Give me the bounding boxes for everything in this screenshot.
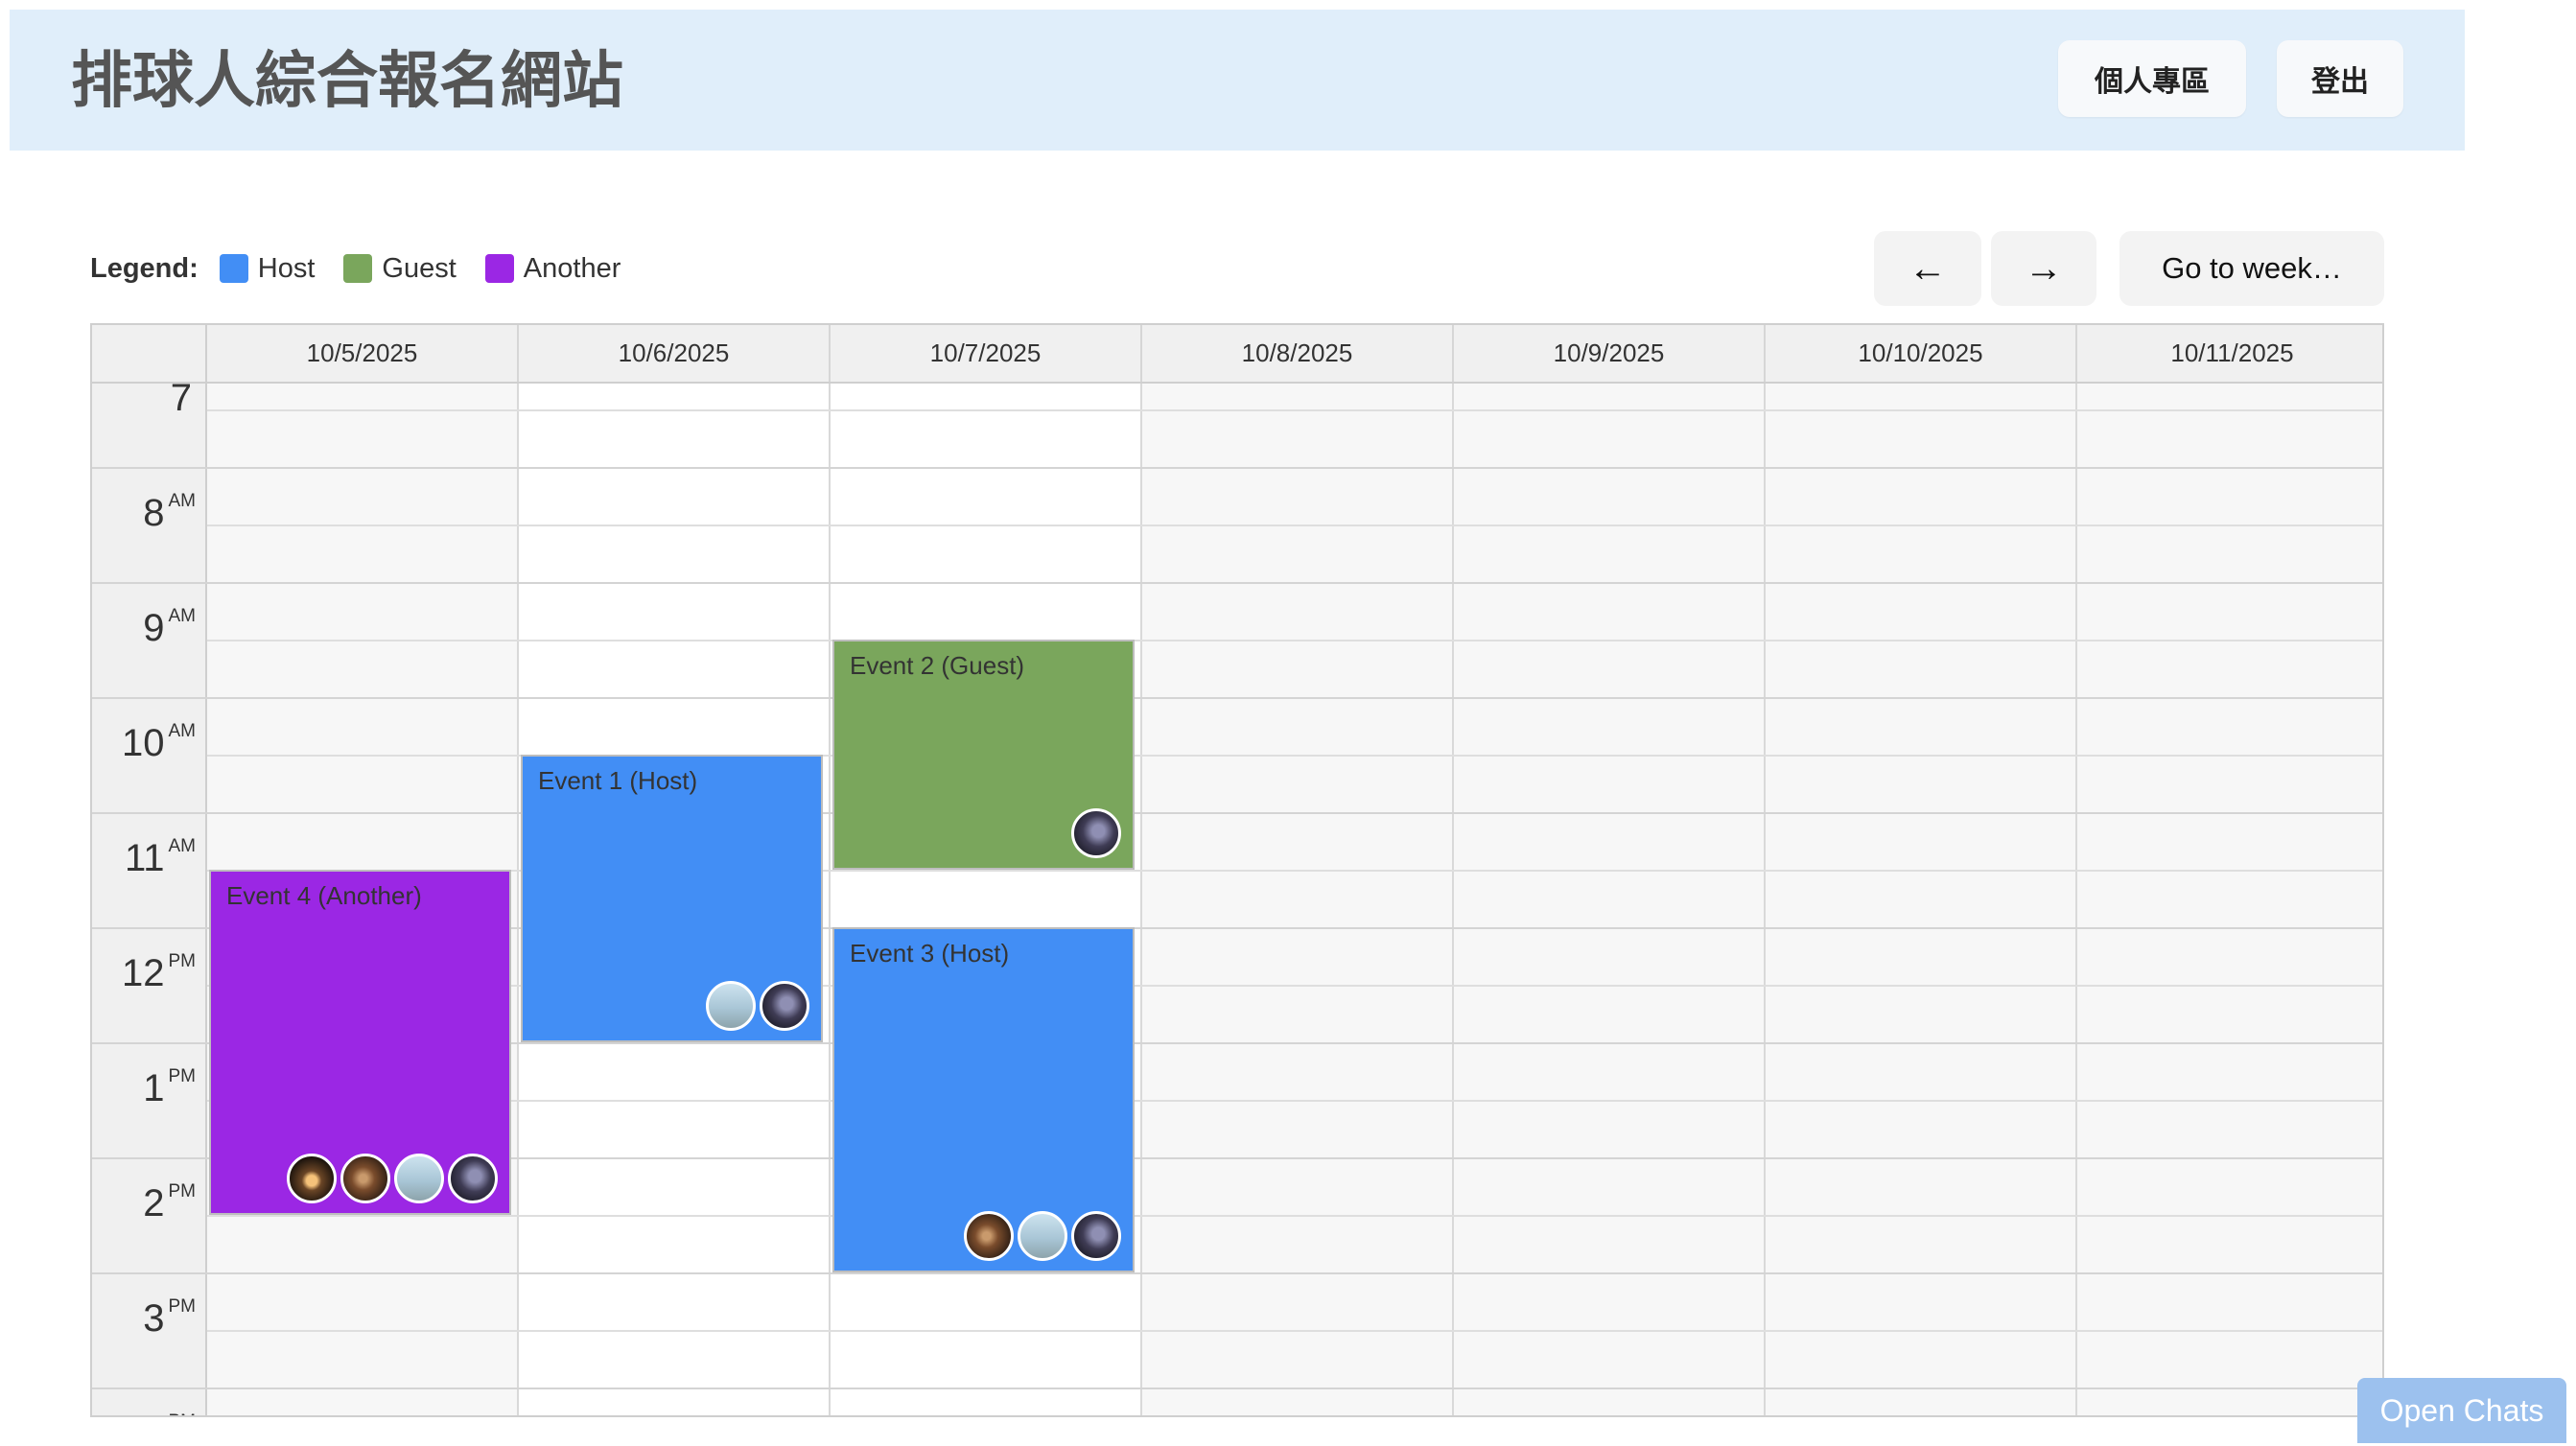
day-header: 10/7/2025 <box>831 325 1142 382</box>
event-title: Event 4 (Another) <box>226 881 422 910</box>
participant-avatars <box>287 1154 498 1203</box>
hour-number: 9 <box>143 607 165 649</box>
legend: Legend: Host Guest Another <box>90 249 649 288</box>
landscape-avatar[interactable] <box>1018 1211 1067 1261</box>
event-title: Event 2 (Guest) <box>850 651 1025 680</box>
legend-item-host: Host <box>219 252 316 285</box>
prev-week-button[interactable]: ← <box>1874 231 1981 306</box>
site-title: 排球人綜合報名網站 <box>71 46 623 117</box>
hour-gridline <box>92 697 2382 699</box>
hour-number: 8 <box>143 492 165 534</box>
hour-meridiem: PM <box>168 951 197 971</box>
hour-meridiem: PM <box>168 1296 197 1317</box>
half-hour-gridline <box>207 640 2382 641</box>
hour-meridiem: PM <box>169 1411 197 1415</box>
night-avatar[interactable] <box>1071 808 1121 858</box>
participant-avatars <box>964 1211 1121 1261</box>
legend-item-another: Another <box>484 252 621 285</box>
day-header: 10/10/2025 <box>1766 325 2077 382</box>
time-gutter: 78AM9AM10AM11AM12PM1PM2PM3PM4PM <box>92 384 207 1415</box>
calendar-event[interactable]: Event 4 (Another) <box>209 870 511 1215</box>
legend-item-guest: Guest <box>343 252 457 285</box>
lamp-avatar[interactable] <box>287 1154 337 1203</box>
calendar-event[interactable]: Event 3 (Host) <box>832 927 1135 1272</box>
hour-label: 3 PM <box>143 1288 196 1338</box>
day-header: 10/5/2025 <box>207 325 519 382</box>
event-title: Event 1 (Host) <box>538 766 698 795</box>
half-hour-gridline <box>207 1215 2382 1217</box>
landscape-avatar[interactable] <box>706 981 756 1031</box>
day-header: 10/6/2025 <box>519 325 831 382</box>
event-title: Event 3 (Host) <box>850 939 1010 968</box>
hour-number: 12 <box>122 952 165 994</box>
profile-button[interactable]: 個人專區 <box>2058 40 2246 117</box>
hour-meridiem: AM <box>168 606 197 626</box>
hour-label: 2 PM <box>143 1173 196 1223</box>
hour-label: 9 AM <box>143 597 196 647</box>
week-calendar: 10/5/2025 10/6/2025 10/7/2025 10/8/2025 10/9… <box>90 323 2384 1417</box>
calendar-header: 10/5/2025 10/6/2025 10/7/2025 10/8/2025 10/9… <box>92 325 2382 384</box>
legend-label-host: Host <box>257 252 316 284</box>
hour-meridiem: AM <box>168 491 197 511</box>
legend-title: Legend: <box>90 252 199 284</box>
landscape-avatar[interactable] <box>394 1154 444 1203</box>
hour-number: 2 <box>143 1182 165 1224</box>
day-column[interactable] <box>1454 384 1766 1415</box>
open-chats-button[interactable]: Open Chats <box>2357 1378 2566 1443</box>
hour-gridline <box>92 467 2382 469</box>
participant-avatars <box>1071 808 1121 858</box>
hour-meridiem: AM <box>168 721 197 741</box>
day-column[interactable] <box>1142 384 1454 1415</box>
hour-meridiem: PM <box>168 1181 197 1201</box>
day-header: 10/8/2025 <box>1142 325 1454 382</box>
host-color-swatch <box>219 254 248 283</box>
go-to-week-button[interactable]: Go to week… <box>2119 231 2384 306</box>
hour-gridline <box>92 1388 2382 1389</box>
hour-meridiem: PM <box>168 1066 197 1086</box>
half-hour-gridline <box>207 525 2382 526</box>
night-avatar[interactable] <box>760 981 809 1031</box>
night-avatar[interactable] <box>448 1154 498 1203</box>
hour-number: 7 <box>170 384 192 419</box>
hour-label: 1 PM <box>143 1058 196 1108</box>
hour-label: 12 PM <box>122 943 196 992</box>
day-header: 10/9/2025 <box>1454 325 1766 382</box>
guest-color-swatch <box>343 254 373 283</box>
half-hour-gridline <box>207 1330 2382 1332</box>
hour-meridiem: AM <box>168 836 197 856</box>
warm-avatar[interactable] <box>340 1154 390 1203</box>
hour-number: 11 <box>124 837 165 879</box>
hour-number: 1 <box>143 1067 165 1109</box>
site-header: 排球人綜合報名網站 個人專區 登出 <box>10 10 2465 151</box>
next-week-button[interactable]: → <box>1991 231 2096 306</box>
night-avatar[interactable] <box>1071 1211 1121 1261</box>
hour-label: 4 PM <box>143 1403 197 1415</box>
another-color-swatch <box>484 254 514 283</box>
calendar-body[interactable]: 78AM9AM10AM11AM12PM1PM2PM3PM4PM Event 1 … <box>92 384 2382 1415</box>
hour-label: 8 AM <box>143 482 196 532</box>
header-gutter <box>92 325 207 382</box>
half-hour-gridline <box>207 1100 2382 1102</box>
hour-label: 10 AM <box>122 712 196 762</box>
hour-label: 11 AM <box>125 828 196 877</box>
hour-label: 7 <box>171 384 196 417</box>
calendar-event[interactable]: Event 2 (Guest) <box>832 640 1135 870</box>
hour-number: 4 <box>143 1412 164 1415</box>
calendar-event[interactable]: Event 1 (Host) <box>521 755 823 1042</box>
hour-number: 10 <box>122 722 165 764</box>
legend-label-another: Another <box>523 252 621 284</box>
day-column[interactable] <box>1766 384 2077 1415</box>
hour-gridline <box>92 812 2382 814</box>
hour-gridline <box>92 1272 2382 1274</box>
participant-avatars <box>706 981 809 1031</box>
warm-avatar[interactable] <box>964 1211 1014 1261</box>
day-header: 10/11/2025 <box>2077 325 2382 382</box>
day-column[interactable] <box>2077 384 2382 1415</box>
half-hour-gridline <box>207 409 2382 411</box>
logout-button[interactable]: 登出 <box>2277 40 2403 117</box>
legend-label-guest: Guest <box>382 252 457 284</box>
hour-gridline <box>92 582 2382 584</box>
hour-number: 3 <box>143 1297 165 1340</box>
